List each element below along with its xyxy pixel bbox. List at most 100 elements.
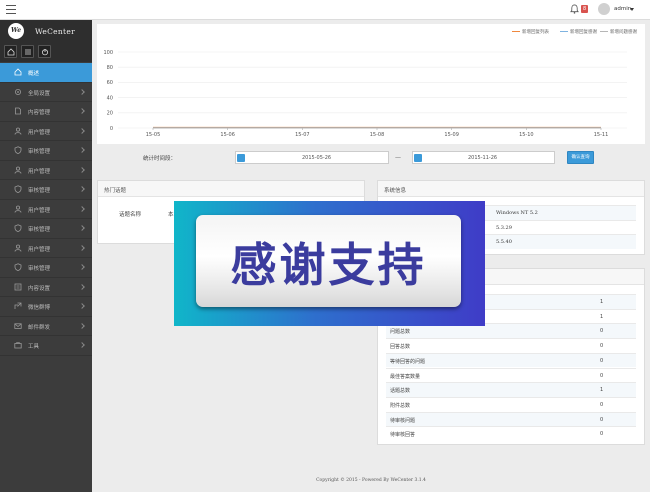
- stats-value: 1: [600, 299, 604, 305]
- shield-icon: [14, 224, 22, 232]
- sidebar-item-label: 工具: [28, 344, 40, 350]
- x-tick-label: 15-08: [370, 132, 385, 138]
- stats-row: 话题总数 1: [386, 382, 636, 397]
- date-filter-label: 统计时间段：: [143, 156, 177, 162]
- logo-mark: We: [8, 23, 24, 39]
- shield-icon: [14, 185, 22, 193]
- sidebar-item-7[interactable]: 用户管理: [0, 200, 92, 219]
- chevron-right-icon: [79, 88, 85, 95]
- sidebar-item-13[interactable]: 邮件群发: [0, 317, 92, 336]
- date-filter: 统计时间段： 2015-05-26 — 2015-11-26 确认查询: [97, 148, 645, 168]
- sidebar: We WeCenter 概述 全局设置 内容管理 用户管理 审核管理 用户管理 审核管理 用户…: [0, 20, 92, 492]
- stats-key: 待审核问题: [390, 417, 416, 424]
- briefcase-icon: [14, 341, 22, 349]
- stats-key: 等待回答的问题: [390, 358, 426, 365]
- sidebar-item-9[interactable]: 用户管理: [0, 239, 92, 258]
- home-icon: [14, 68, 22, 76]
- stats-row: 最佳答案数量 0: [386, 367, 636, 383]
- thanks-banner-plate: 感谢支持: [196, 215, 461, 307]
- confirm-query-button[interactable]: 确认查询: [567, 151, 594, 164]
- sidebar-item-3[interactable]: 用户管理: [0, 122, 92, 141]
- sidebar-item-1[interactable]: 全局设置: [0, 83, 92, 102]
- sidebar-item-2[interactable]: 内容管理: [0, 102, 92, 122]
- stats-value: 1: [600, 313, 604, 320]
- quick-buttons: [0, 42, 92, 62]
- bell-icon[interactable]: [570, 4, 579, 14]
- username-label[interactable]: admin: [614, 6, 631, 12]
- top-bar: 8 admin: [0, 0, 650, 20]
- sidebar-item-5[interactable]: 用户管理: [0, 161, 92, 180]
- chevron-right-icon: [79, 225, 85, 231]
- footer: Copyright © 2015 - Powered By WeCenter 3…: [316, 478, 426, 483]
- x-tick-label: 15-07: [295, 132, 310, 138]
- end-date-input[interactable]: 2015-11-26: [412, 151, 555, 164]
- chevron-right-icon: [79, 322, 85, 329]
- stats-key: 回答总数: [390, 344, 411, 351]
- system-info-title: 系统信息: [384, 188, 407, 194]
- sidebar-item-label: 用户管理: [28, 129, 51, 136]
- menu-toggle-icon[interactable]: [6, 5, 16, 15]
- sidebar-item-label: 全局设置: [28, 90, 51, 97]
- list-quick-button[interactable]: [21, 45, 34, 58]
- sidebar-item-label: 用户管理: [28, 168, 51, 175]
- stats-value: 0: [600, 343, 604, 350]
- sidebar-item-12[interactable]: 微信群博: [0, 297, 92, 317]
- stats-key: 最佳答案数量: [390, 373, 421, 380]
- power-quick-button[interactable]: [38, 45, 51, 58]
- x-tick-label: 15-10: [519, 132, 534, 138]
- chevron-right-icon: [79, 186, 85, 192]
- chevron-right-icon: [79, 108, 85, 114]
- sidebar-item-14[interactable]: 工具: [0, 336, 92, 356]
- stats-value: 1: [600, 387, 604, 394]
- logo[interactable]: We WeCenter: [0, 20, 92, 42]
- stats-row: 等待回答的问题 0: [386, 352, 636, 368]
- sidebar-item-0[interactable]: 概述: [0, 63, 92, 83]
- sidebar-item-11[interactable]: 内容设置: [0, 278, 92, 297]
- line-chart: 0 20 40 60 80 100 15-05 15-06 15-07 15-08 15-09 15-…: [103, 50, 627, 138]
- mail-icon: [14, 322, 22, 329]
- end-date-value: 2015-11-26: [468, 155, 498, 161]
- sidebar-item-label: 审核管理: [28, 188, 51, 194]
- sidebar-item-label: 概述: [28, 71, 40, 77]
- x-tick-label: 15-06: [220, 132, 235, 138]
- start-date-input[interactable]: 2015-05-26: [235, 151, 389, 164]
- notification-badge[interactable]: 8: [581, 5, 589, 13]
- list-icon: [14, 283, 22, 290]
- x-tick-label: 15-11: [594, 132, 609, 138]
- chevron-down-icon[interactable]: [630, 8, 634, 11]
- topic-count-header: 本: [168, 212, 174, 218]
- stats-value: 0: [600, 328, 604, 335]
- chart-panel: 新增回复列表 新增回复感谢 新增问题感谢 0 20 40 60 80 100 15-05 15-0…: [97, 24, 645, 144]
- y-tick-label: 0: [110, 126, 113, 132]
- system-info-value: 5.5.40: [496, 239, 512, 245]
- system-info-header: 系统信息: [378, 181, 644, 197]
- sidebar-item-10[interactable]: 审核管理: [0, 258, 92, 278]
- stats-value: 0: [600, 372, 604, 379]
- user-icon: [14, 127, 22, 135]
- sidebar-item-8[interactable]: 审核管理: [0, 219, 92, 239]
- home-icon: [7, 48, 15, 56]
- avatar[interactable]: [598, 3, 610, 15]
- sidebar-item-6[interactable]: 审核管理: [0, 180, 92, 200]
- sidebar-item-label: 邮件群发: [28, 324, 51, 331]
- chevron-right-icon: [79, 303, 85, 309]
- calendar-icon[interactable]: [237, 154, 245, 162]
- user-icon: [14, 205, 22, 213]
- sidebar-item-4[interactable]: 审核管理: [0, 141, 92, 161]
- x-tick-label: 15-09: [444, 132, 459, 138]
- date-separator: —: [395, 154, 401, 161]
- stats-key: 待审核回答: [390, 432, 416, 439]
- user-icon: [14, 244, 22, 252]
- home-quick-button[interactable]: [4, 45, 17, 58]
- document-icon: [15, 107, 21, 115]
- sidebar-item-label: 审核管理: [28, 227, 51, 233]
- y-tick-label: 80: [107, 65, 113, 71]
- stats-key: 问题总数: [390, 329, 411, 336]
- calendar-icon[interactable]: [414, 154, 422, 162]
- hot-topics-header: 热门话题: [98, 181, 364, 197]
- stats-key: 话题总数: [390, 388, 411, 395]
- chevron-right-icon: [79, 205, 85, 212]
- power-icon: [42, 49, 48, 56]
- start-date-value: 2015-05-26: [302, 155, 332, 161]
- x-tick-label: 15-05: [146, 132, 161, 138]
